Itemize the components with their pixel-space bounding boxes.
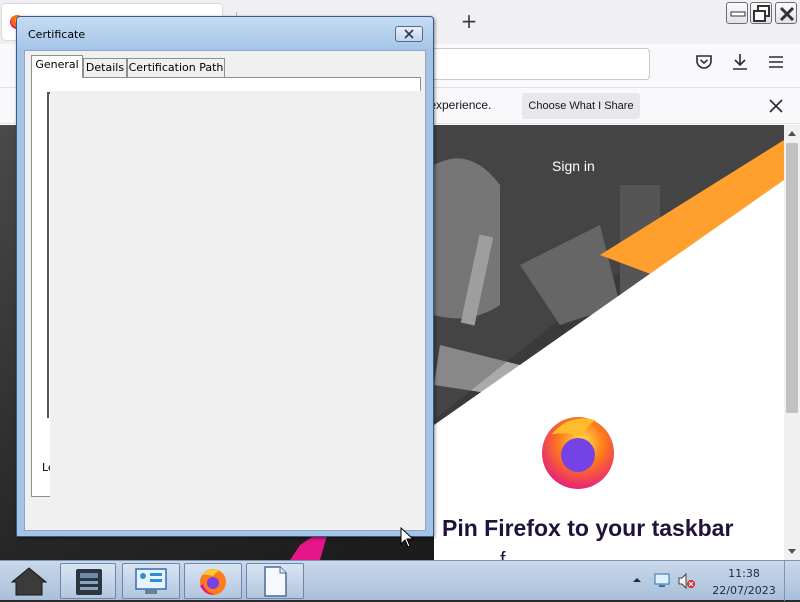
download-icon[interactable]	[730, 52, 750, 72]
scrollbar-thumb[interactable]	[786, 143, 798, 413]
scroll-down-icon[interactable]	[784, 543, 800, 559]
show-hidden-icons-icon[interactable]	[632, 575, 642, 585]
dialog-title: Certificate	[28, 28, 86, 41]
tab-general[interactable]: General	[31, 55, 83, 78]
window-close-button[interactable]	[775, 2, 797, 24]
certificate-dialog: Certificate General Details Certificatio…	[16, 16, 434, 537]
page-scrollbar[interactable]	[784, 125, 800, 560]
disk-manager-icon	[76, 569, 102, 595]
control-panel-icon	[135, 568, 167, 594]
pin-firefox-heading: Pin Firefox to your taskbar	[442, 515, 734, 541]
dialog-close-button[interactable]	[395, 26, 423, 42]
taskbar-app-disk[interactable]	[60, 563, 116, 599]
mouse-pointer-icon	[400, 527, 415, 548]
minimize-icon	[730, 11, 746, 17]
menu-icon[interactable]	[766, 52, 786, 72]
clock-time[interactable]: 11:38	[708, 567, 780, 580]
tab-certification-path[interactable]: Certification Path	[127, 58, 225, 78]
close-icon	[404, 29, 414, 39]
home-icon	[10, 567, 48, 596]
clock-date[interactable]: 22/07/2023	[708, 584, 780, 597]
close-icon	[779, 6, 795, 22]
taskbar-app-document[interactable]	[246, 563, 304, 599]
minimize-button[interactable]	[726, 2, 748, 24]
tab-details[interactable]: Details	[83, 58, 127, 78]
restore-button[interactable]	[750, 2, 772, 24]
taskbar-app-firefox[interactable]	[184, 563, 242, 599]
new-tab-button[interactable]: +	[457, 10, 481, 34]
taskbar: 11:38 22/07/2023	[0, 560, 800, 601]
dialog-body: General Details Certification Path Le	[24, 50, 426, 531]
network-icon[interactable]	[654, 573, 672, 589]
firefox-logo-icon	[542, 417, 614, 489]
sign-in-link[interactable]: Sign in	[552, 158, 595, 174]
choose-what-i-share-button[interactable]: Choose What I Share	[522, 93, 640, 119]
unrendered-panel-area	[50, 91, 421, 497]
show-desktop-button[interactable]	[784, 561, 800, 601]
general-tab-panel: Le	[31, 77, 421, 497]
url-bar[interactable]	[420, 48, 650, 80]
taskbar-app-control-panel[interactable]	[122, 563, 180, 599]
start-button[interactable]	[4, 563, 54, 599]
document-icon	[264, 566, 287, 597]
scroll-up-icon[interactable]	[784, 126, 800, 142]
dialog-titlebar[interactable]: Certificate	[17, 17, 433, 49]
pin-firefox-subheading: f	[500, 549, 506, 560]
pocket-icon[interactable]	[694, 52, 714, 72]
restore-icon	[753, 5, 770, 22]
volume-muted-icon[interactable]	[678, 573, 696, 589]
firefox-icon	[200, 569, 226, 595]
notification-close-icon[interactable]	[766, 96, 786, 116]
